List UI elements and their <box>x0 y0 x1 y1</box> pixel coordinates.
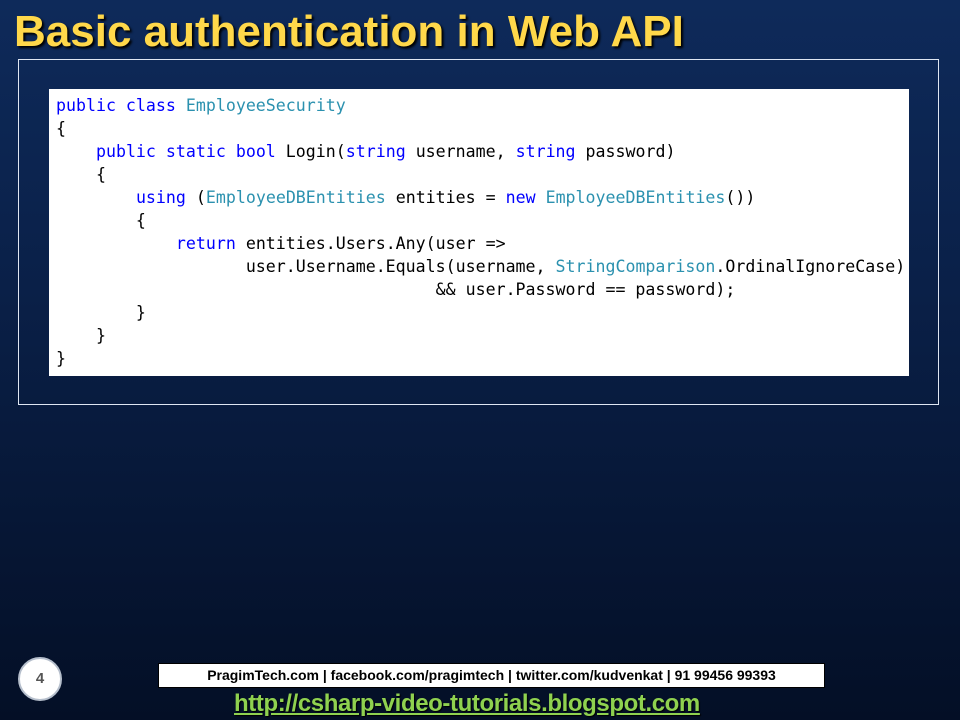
code-keyword: string <box>345 142 416 161</box>
code-text: ()) <box>725 188 756 207</box>
code-line: user.Username.Equals(username, StringCom… <box>56 255 909 278</box>
code-text: { <box>56 119 66 138</box>
page-number-badge: 4 <box>18 657 62 701</box>
code-line: } <box>56 347 909 370</box>
code-line: && user.Password == password); <box>56 278 909 301</box>
code-text: } <box>56 349 66 368</box>
code-text: username, <box>415 142 516 161</box>
footer-contact-bar: PragimTech.com | facebook.com/pragimtech… <box>158 663 825 688</box>
code-keyword: return <box>175 234 246 253</box>
blog-url-link[interactable]: http://csharp-video-tutorials.blogspot.c… <box>234 690 700 718</box>
code-keyword: public class <box>56 96 186 115</box>
slide-title: Basic authentication in Web API <box>14 7 684 56</box>
code-line: } <box>56 324 909 347</box>
code-line: using (EmployeeDBEntities entities = new… <box>56 186 909 209</box>
code-text: } <box>56 303 146 322</box>
code-keyword: new <box>505 188 546 207</box>
code-line: public class EmployeeSecurity <box>56 94 909 117</box>
code-keyword: public static bool <box>95 142 286 161</box>
code-text: ( <box>195 188 206 207</box>
code-line: { <box>56 209 909 232</box>
code-line: } <box>56 301 909 324</box>
code-text: { <box>56 165 106 184</box>
code-text: .OrdinalIgnoreCase) <box>715 257 906 276</box>
code-text: { <box>56 211 146 230</box>
code-block: public class EmployeeSecurity { public st… <box>49 89 909 376</box>
code-type-name: EmployeeSecurity <box>185 96 346 115</box>
code-line: return entities.Users.Any(user => <box>56 232 909 255</box>
code-text: } <box>56 326 106 345</box>
code-type-name: EmployeeDBEntities <box>545 188 726 207</box>
code-text: entities.Users.Any(user => <box>245 234 506 253</box>
code-text: entities = <box>385 188 506 207</box>
code-line: public static bool Login(string username… <box>56 140 909 163</box>
code-text: password) <box>585 142 676 161</box>
code-text: user.Username.Equals(username, <box>56 257 556 276</box>
code-line: { <box>56 163 909 186</box>
code-line: { <box>56 117 909 140</box>
code-type-name: StringComparison <box>555 257 716 276</box>
code-keyword: string <box>515 142 586 161</box>
code-type-name: EmployeeDBEntities <box>205 188 386 207</box>
code-text: Login( <box>285 142 346 161</box>
code-keyword: using <box>135 188 196 207</box>
code-text: && user.Password == password); <box>56 280 736 299</box>
